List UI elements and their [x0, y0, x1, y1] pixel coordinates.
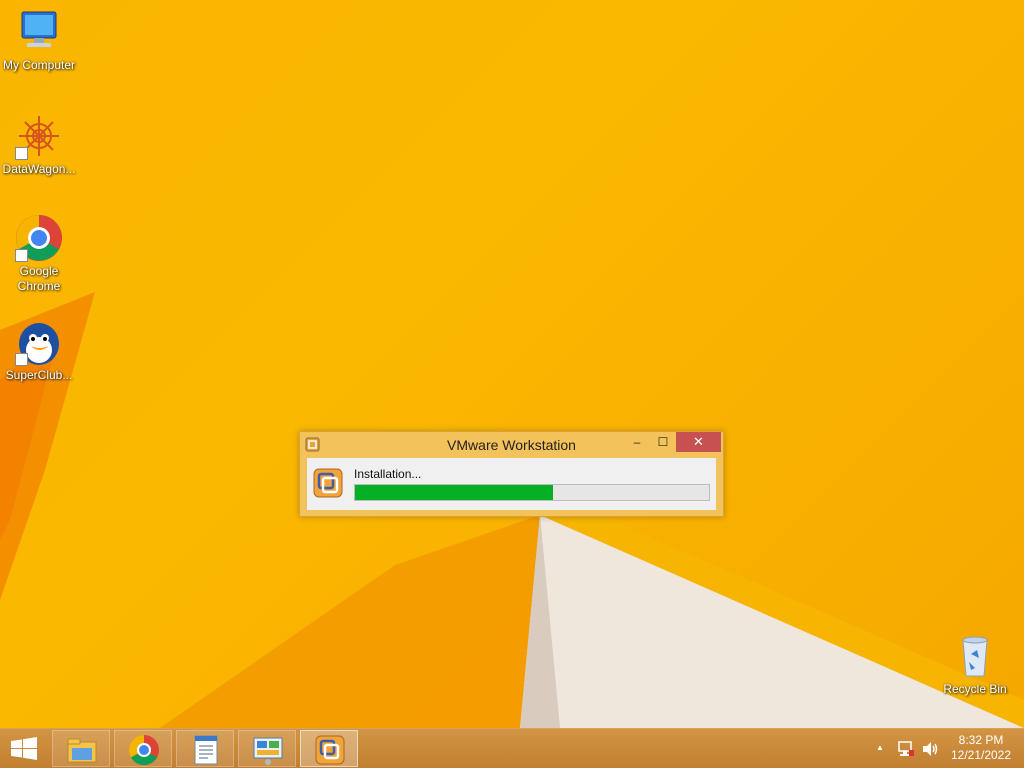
show-hidden-icons-button[interactable]: ▲ — [876, 743, 884, 752]
wallpaper — [0, 292, 1024, 728]
desktop-icon-google-chrome[interactable]: Google Chrome — [0, 214, 78, 294]
dialog-title-bar[interactable]: VMware Workstation ‒ ☐ ✕ — [300, 432, 723, 458]
desktop: My Computer DataWagon... Google Chrome S… — [0, 0, 1024, 728]
vmware-icon — [313, 468, 343, 498]
desktop-icon-label: SuperClub... — [5, 368, 73, 382]
vmware-installer-dialog: VMware Workstation ‒ ☐ ✕ Installation... — [299, 431, 724, 517]
file-explorer-icon — [67, 738, 97, 763]
taskbar-control-panel[interactable] — [238, 730, 296, 767]
windows-logo-icon — [11, 737, 37, 760]
document-icon — [194, 735, 218, 765]
network-icon[interactable] — [897, 741, 915, 757]
computer-icon — [15, 8, 63, 56]
installation-status: Installation... — [354, 467, 422, 481]
vmware-icon — [315, 735, 345, 765]
taskbar-google-chrome[interactable] — [114, 730, 172, 767]
shortcut-arrow-icon — [15, 249, 28, 262]
clock-date: 12/21/2022 — [950, 748, 1012, 762]
taskbar: ▲ 8:32 PM 12/21/2022 — [0, 728, 1024, 768]
dialog-body: Installation... — [307, 458, 716, 510]
desktop-icon-label: DataWagon... — [2, 162, 76, 176]
volume-icon[interactable] — [921, 741, 939, 757]
desktop-icon-label: Recycle Bin — [943, 682, 1007, 696]
start-button[interactable] — [0, 729, 48, 769]
desktop-icon-label: Google Chrome — [17, 264, 61, 293]
clock-time: 8:32 PM — [958, 733, 1004, 747]
recycle-bin-icon — [951, 632, 999, 680]
close-button[interactable]: ✕ — [676, 432, 721, 452]
desktop-icon-datawagon[interactable]: DataWagon... — [0, 112, 78, 177]
chrome-icon — [15, 214, 63, 262]
installation-progress-bar — [354, 484, 710, 501]
clock[interactable]: 8:32 PM 12/21/2022 — [944, 733, 1018, 763]
shortcut-arrow-icon — [15, 147, 28, 160]
datawagon-icon — [15, 112, 63, 160]
desktop-icon-my-computer[interactable]: My Computer — [0, 8, 78, 73]
maximize-button[interactable]: ☐ — [652, 432, 674, 452]
desktop-icon-superclub[interactable]: SuperClub... — [0, 318, 78, 383]
desktop-icon-recycle-bin[interactable]: Recycle Bin — [936, 632, 1014, 697]
taskbar-vmware-workstation[interactable] — [300, 730, 358, 767]
desktop-icon-label: My Computer — [2, 58, 76, 72]
shortcut-arrow-icon — [15, 353, 28, 366]
progress-fill — [355, 485, 554, 500]
control-panel-icon — [253, 737, 283, 765]
minimize-button[interactable]: ‒ — [626, 432, 648, 452]
penguin-icon — [15, 318, 63, 366]
taskbar-document[interactable] — [176, 730, 234, 767]
taskbar-file-explorer[interactable] — [52, 730, 110, 767]
chrome-icon — [128, 735, 159, 766]
